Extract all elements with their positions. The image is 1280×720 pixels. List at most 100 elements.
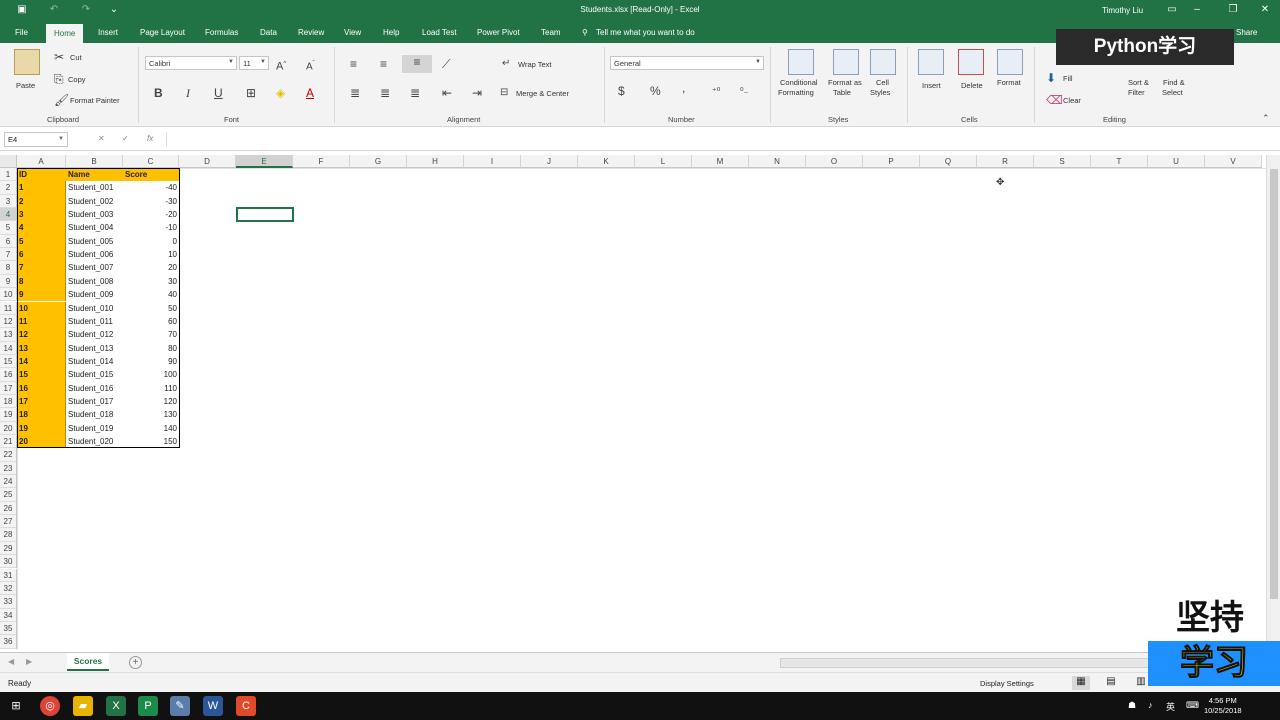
cell-id[interactable]: 16 bbox=[17, 381, 66, 395]
format-as-table-label1[interactable]: Format as bbox=[828, 78, 862, 87]
decrease-indent-icon[interactable]: ⇤ bbox=[442, 86, 452, 100]
clear-button[interactable]: Clear bbox=[1063, 96, 1081, 105]
cell-score[interactable]: -30 bbox=[123, 195, 179, 208]
row-header-31[interactable]: 31 bbox=[0, 568, 17, 582]
column-header-a[interactable]: A bbox=[17, 155, 66, 168]
scrollbar-thumb[interactable] bbox=[1270, 169, 1278, 599]
increase-font-icon[interactable]: A^ bbox=[276, 57, 286, 74]
cell-score[interactable]: 10 bbox=[123, 248, 179, 261]
cell-score[interactable]: 130 bbox=[123, 408, 179, 421]
row-header-7[interactable]: 7 bbox=[0, 248, 17, 262]
tab-page-layout[interactable]: Page Layout bbox=[140, 28, 185, 37]
column-header-m[interactable]: M bbox=[692, 155, 749, 168]
excel-taskbar-icon[interactable]: X bbox=[106, 696, 126, 716]
row-header-19[interactable]: 19 bbox=[0, 408, 17, 422]
row-header-25[interactable]: 25 bbox=[0, 488, 17, 502]
number-format-select[interactable]: General ▼ bbox=[610, 56, 764, 70]
column-header-p[interactable]: P bbox=[863, 155, 920, 168]
column-header-r[interactable]: R bbox=[977, 155, 1034, 168]
underline-button[interactable]: U bbox=[214, 86, 223, 100]
selected-cell[interactable] bbox=[236, 207, 294, 222]
row-header-21[interactable]: 21 bbox=[0, 435, 17, 449]
cell-score[interactable]: 100 bbox=[123, 368, 179, 381]
cell-id[interactable]: 12 bbox=[17, 328, 66, 342]
column-header-e[interactable]: E bbox=[236, 155, 293, 168]
cell-score[interactable]: 40 bbox=[123, 288, 179, 301]
find-select-label2[interactable]: Select bbox=[1162, 88, 1183, 97]
comma-button[interactable]: , bbox=[682, 81, 685, 95]
pycharm-icon[interactable]: P bbox=[138, 696, 158, 716]
row-header-15[interactable]: 15 bbox=[0, 354, 17, 369]
align-right-icon[interactable]: ≣ bbox=[410, 86, 420, 100]
taskbar-clock[interactable]: 4:56 PM 10/25/2018 bbox=[1204, 696, 1242, 716]
row-header-34[interactable]: 34 bbox=[0, 608, 17, 622]
close-icon[interactable]: ✕ bbox=[1258, 4, 1272, 15]
tab-formulas[interactable]: Formulas bbox=[205, 28, 238, 37]
column-header-b[interactable]: B bbox=[66, 155, 123, 168]
row-header-26[interactable]: 26 bbox=[0, 501, 17, 516]
cell-score[interactable]: 90 bbox=[123, 355, 179, 368]
user-name[interactable]: Timothy Liu bbox=[1102, 6, 1143, 15]
align-middle-icon[interactable]: ≡ bbox=[380, 57, 387, 71]
column-header-t[interactable]: T bbox=[1091, 155, 1148, 168]
ribbon-display-icon[interactable]: ▭ bbox=[1165, 4, 1179, 15]
increase-decimal-icon[interactable]: ⁺⁰ bbox=[712, 84, 720, 98]
cell-score[interactable]: 120 bbox=[123, 395, 179, 408]
merge-center-button[interactable]: Merge & Center bbox=[516, 89, 569, 98]
insert-cells-icon[interactable] bbox=[918, 49, 944, 75]
row-header-8[interactable]: 8 bbox=[0, 261, 17, 275]
cell-name[interactable]: Student_019 bbox=[66, 422, 123, 435]
cell-score[interactable]: 60 bbox=[123, 315, 179, 328]
font-color-icon[interactable]: A bbox=[306, 86, 314, 100]
insert-function-icon[interactable]: fx bbox=[147, 134, 153, 143]
row-header-13[interactable]: 13 bbox=[0, 328, 17, 342]
row-header-16[interactable]: 16 bbox=[0, 368, 17, 382]
row-header-27[interactable]: 27 bbox=[0, 515, 17, 529]
cell-name[interactable]: Student_009 bbox=[66, 288, 123, 301]
conditional-formatting-label1[interactable]: Conditional bbox=[780, 78, 818, 87]
cell-name[interactable]: Student_014 bbox=[66, 355, 123, 368]
cell-score[interactable]: 20 bbox=[123, 261, 179, 274]
cell-score[interactable]: -10 bbox=[123, 221, 179, 234]
network-icon[interactable]: ☗ bbox=[1128, 700, 1136, 711]
row-header-6[interactable]: 6 bbox=[0, 234, 17, 249]
cell-id[interactable]: 8 bbox=[17, 274, 66, 289]
cell-name[interactable]: Student_007 bbox=[66, 261, 123, 274]
orientation-icon[interactable]: ⟋ bbox=[442, 57, 450, 71]
row-header-24[interactable]: 24 bbox=[0, 475, 17, 489]
insert-cells-button[interactable]: Insert bbox=[922, 81, 941, 90]
cell-id[interactable]: 2 bbox=[17, 194, 66, 209]
cell-name[interactable]: Student_003 bbox=[66, 208, 123, 221]
cell-name[interactable]: Student_010 bbox=[66, 302, 123, 315]
align-top-icon[interactable]: ≡ bbox=[350, 57, 357, 71]
italic-button[interactable]: I bbox=[186, 86, 190, 100]
paste-button[interactable]: Paste bbox=[16, 81, 35, 90]
cell-id[interactable]: 4 bbox=[17, 221, 66, 235]
font-name-select[interactable]: Calibri ▼ bbox=[145, 56, 237, 70]
cell-name[interactable]: Student_011 bbox=[66, 315, 123, 328]
word-icon[interactable]: W bbox=[203, 696, 223, 716]
cell-score[interactable]: 0 bbox=[123, 235, 179, 248]
cell-id[interactable]: 13 bbox=[17, 341, 66, 355]
cell-name[interactable]: Student_006 bbox=[66, 248, 123, 261]
row-header-28[interactable]: 28 bbox=[0, 528, 17, 542]
cell-score[interactable]: -40 bbox=[123, 181, 179, 194]
cell-id[interactable]: 1 bbox=[17, 181, 66, 195]
add-sheet-icon[interactable]: + bbox=[129, 656, 142, 669]
enter-icon[interactable]: ✓ bbox=[122, 134, 129, 143]
cell-id[interactable]: 3 bbox=[17, 208, 66, 222]
column-header-f[interactable]: F bbox=[293, 155, 350, 168]
format-as-table-label2[interactable]: Table bbox=[833, 88, 851, 97]
tab-view[interactable]: View bbox=[344, 28, 361, 37]
cell-name[interactable]: Student_013 bbox=[66, 342, 123, 355]
tab-review[interactable]: Review bbox=[298, 28, 324, 37]
cancel-icon[interactable]: ✕ bbox=[98, 134, 105, 143]
sort-filter-label2[interactable]: Filter bbox=[1128, 88, 1145, 97]
minimize-icon[interactable]: – bbox=[1190, 4, 1204, 15]
bold-button[interactable]: B bbox=[154, 86, 163, 100]
percent-button[interactable]: % bbox=[650, 84, 661, 98]
cell-styles-icon[interactable] bbox=[870, 49, 896, 75]
cell-name[interactable]: Student_002 bbox=[66, 195, 123, 208]
format-cells-icon[interactable] bbox=[997, 49, 1023, 75]
ime-language[interactable]: 英 bbox=[1166, 700, 1175, 713]
